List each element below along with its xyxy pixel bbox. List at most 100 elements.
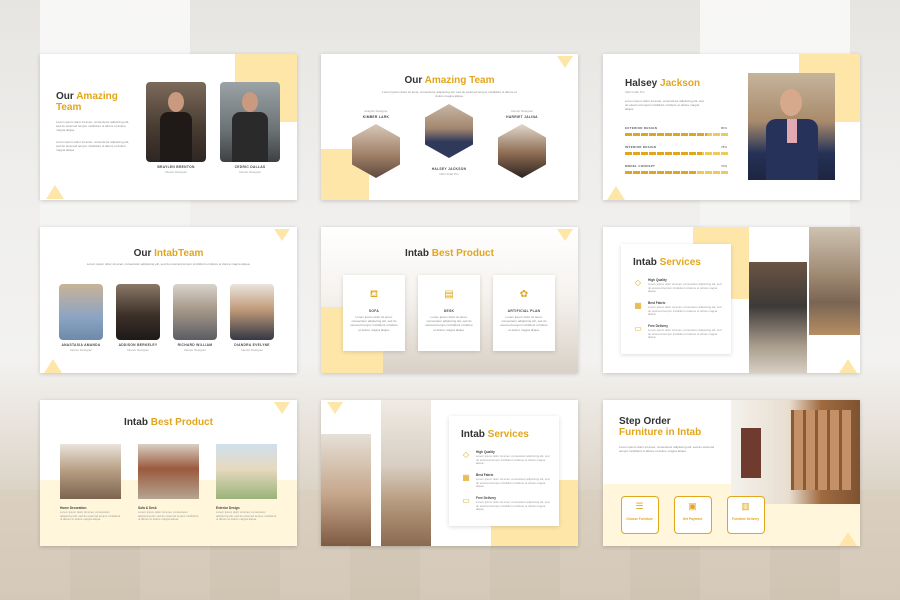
product-photo	[60, 444, 121, 499]
slide-step-order[interactable]: Step Order Furniture in Intab Lorem ipsu…	[603, 400, 860, 546]
interior-photo	[749, 262, 807, 373]
corner-triangle	[839, 359, 857, 373]
skill-percent: 75%	[721, 145, 728, 149]
member-name: ADDISON BERKELEY	[118, 343, 158, 347]
member-role: Interior Designer	[238, 170, 262, 174]
product-card[interactable]: ✿ ARTIFICIAL PLAN Lorem ipsum dolor sit …	[493, 275, 555, 351]
team-photo	[146, 82, 206, 162]
slide-title: Our IntabTeam	[40, 248, 297, 259]
skill-percent: 80%	[721, 126, 728, 130]
fabric-icon: ▦	[634, 301, 642, 310]
member-role: Interior Designer	[164, 170, 188, 174]
member-name: CEDRIC DALLAS	[234, 165, 266, 169]
slide-our-intab-team[interactable]: Our IntabTeam Lorem ipsum dolor sit amet…	[40, 227, 297, 373]
member-role: Interior Designer	[183, 348, 207, 352]
body-text: Lorem ipsum dolor sit amet, consectetur …	[619, 445, 715, 454]
slide-intab-services-2[interactable]: Intab Services ◇ High Quality Lorem ipsu…	[321, 400, 578, 546]
slide-title: Our Amazing Team	[56, 91, 118, 113]
member-role: CEO Intab Pro	[439, 172, 459, 176]
member-name: HALSEY JACKSON	[431, 167, 467, 171]
payment-icon: ▣	[688, 501, 697, 511]
interior-photo	[731, 400, 860, 504]
service-text: Lorem ipsum dolor sit amet, consectetur …	[648, 305, 722, 317]
slide-intab-services[interactable]: Intab Services ◇ High Quality Lorem ipsu…	[603, 227, 860, 373]
skill-label: MODEL CONCEPT	[625, 164, 656, 168]
member-name: DIANDRA EVELYNE	[234, 343, 270, 347]
corner-triangle	[839, 532, 857, 546]
slide-title: Intab Best Product	[40, 417, 297, 428]
truck-icon: ▭	[462, 496, 470, 505]
title-accent: Amazing	[76, 91, 118, 102]
interior-photo	[321, 434, 371, 546]
title-accent: Services	[659, 257, 701, 268]
step-card[interactable]: ☰ Choose Furniture	[621, 496, 659, 534]
corner-triangle	[327, 402, 343, 414]
title-accent: IntabTeam	[154, 248, 204, 259]
step-label: Furniture Delivery	[731, 517, 760, 521]
step-card[interactable]: ▥ Furniture Delivery	[727, 496, 765, 534]
product-text: Lorem ipsum dolor sit amet, consectetur …	[216, 510, 277, 522]
product-text: Lorem ipsum dolor sit amet, consectetur …	[350, 315, 398, 332]
skill-bar-fill	[625, 133, 708, 136]
body-text: Lorem ipsum dolor sit amet, consectetur …	[625, 99, 704, 112]
slide-our-amazing-team[interactable]: Our Amazing Team Lorem ipsum dolor sit a…	[40, 54, 297, 200]
slide-title: Intab Best Product	[321, 248, 578, 259]
services-card: Intab Services ◇ High Quality Lorem ipsu…	[621, 244, 731, 354]
title-part: Halsey	[625, 78, 658, 89]
member-name: BRAYLEN BRENTON	[157, 165, 195, 169]
corner-triangle	[607, 186, 625, 200]
team-photo-hex	[498, 124, 546, 178]
service-text: Lorem ipsum dolor sit amet, consectetur …	[648, 328, 722, 340]
member-name: RICHARD WILLIAM	[177, 343, 213, 347]
corner-triangle	[44, 359, 62, 373]
title-part: Step Order	[619, 416, 671, 427]
corner-triangle	[274, 402, 290, 414]
product-card[interactable]: ⛾ SOFA Lorem ipsum dolor sit amet, conse…	[343, 275, 405, 351]
team-photo	[220, 82, 280, 162]
product-card[interactable]: ▤ DESK Lorem ipsum dolor sit amet, conse…	[418, 275, 480, 351]
title-accent: Services	[487, 429, 529, 440]
title-accent: Amazing Team	[424, 75, 495, 86]
member-name: HARRIET JALINA	[506, 115, 538, 119]
desk-icon: ▤	[444, 289, 454, 300]
body-text: Lorem ipsum dolor sit amet, consectetur …	[56, 120, 130, 133]
sofa-icon: ⛾	[369, 289, 379, 300]
skill-label: EXTERIOR DESIGN	[625, 126, 658, 130]
product-name: DESK	[443, 309, 455, 313]
choose-icon: ☰	[635, 501, 644, 511]
slide-title: Halsey Jackson	[625, 78, 700, 89]
slide-title: Intab Services	[633, 257, 701, 268]
member-role: Interior Designer	[240, 348, 264, 352]
services-card: Intab Services ◇ High Quality Lorem ipsu…	[449, 416, 559, 526]
body-text: Lorem ipsum dolor sit amet, consectetur …	[56, 140, 130, 153]
slide-intab-best-product[interactable]: Intab Best Product ⛾ SOFA Lorem ipsum do…	[321, 227, 578, 373]
slide-title: Step Order Furniture in Intab	[619, 416, 701, 438]
title-accent: Team	[56, 102, 82, 113]
skill-bar-fill	[625, 152, 703, 155]
body-text: Lorem ipsum dolor sit amet, consectetur …	[382, 90, 517, 99]
team-photo-hex	[425, 104, 473, 158]
fabric-icon: ▦	[462, 473, 470, 482]
step-card[interactable]: ▣ Get Payment	[674, 496, 712, 534]
title-accent: Jackson	[660, 78, 701, 89]
slide-intab-best-product-photos[interactable]: Intab Best Product Home Decoration Lorem…	[40, 400, 297, 546]
team-photo	[59, 284, 103, 340]
slide-title: Our Amazing Team	[321, 75, 578, 86]
corner-triangle	[557, 56, 573, 68]
corner-triangle	[557, 229, 573, 241]
interior-photo	[809, 227, 860, 335]
skill-bar-fill	[625, 171, 698, 174]
truck-icon: ▭	[634, 324, 642, 333]
body-text: Lorem ipsum dolor sit amet, consectetur …	[86, 262, 251, 266]
corner-triangle	[46, 185, 64, 199]
diamond-icon: ◇	[462, 450, 470, 459]
product-photo	[138, 444, 199, 499]
slide-our-amazing-team-hex[interactable]: Our Amazing Team Lorem ipsum dolor sit a…	[321, 54, 578, 200]
corner-triangle	[274, 229, 290, 241]
step-label: Choose Furniture	[626, 517, 653, 521]
title-accent: Furniture in Intab	[619, 427, 702, 438]
product-photo	[216, 444, 277, 499]
slide-halsey-jackson[interactable]: Halsey Jackson CEO Intab Pro Lorem ipsum…	[603, 54, 860, 200]
team-photo	[173, 284, 217, 340]
title-part: Our	[133, 248, 152, 259]
